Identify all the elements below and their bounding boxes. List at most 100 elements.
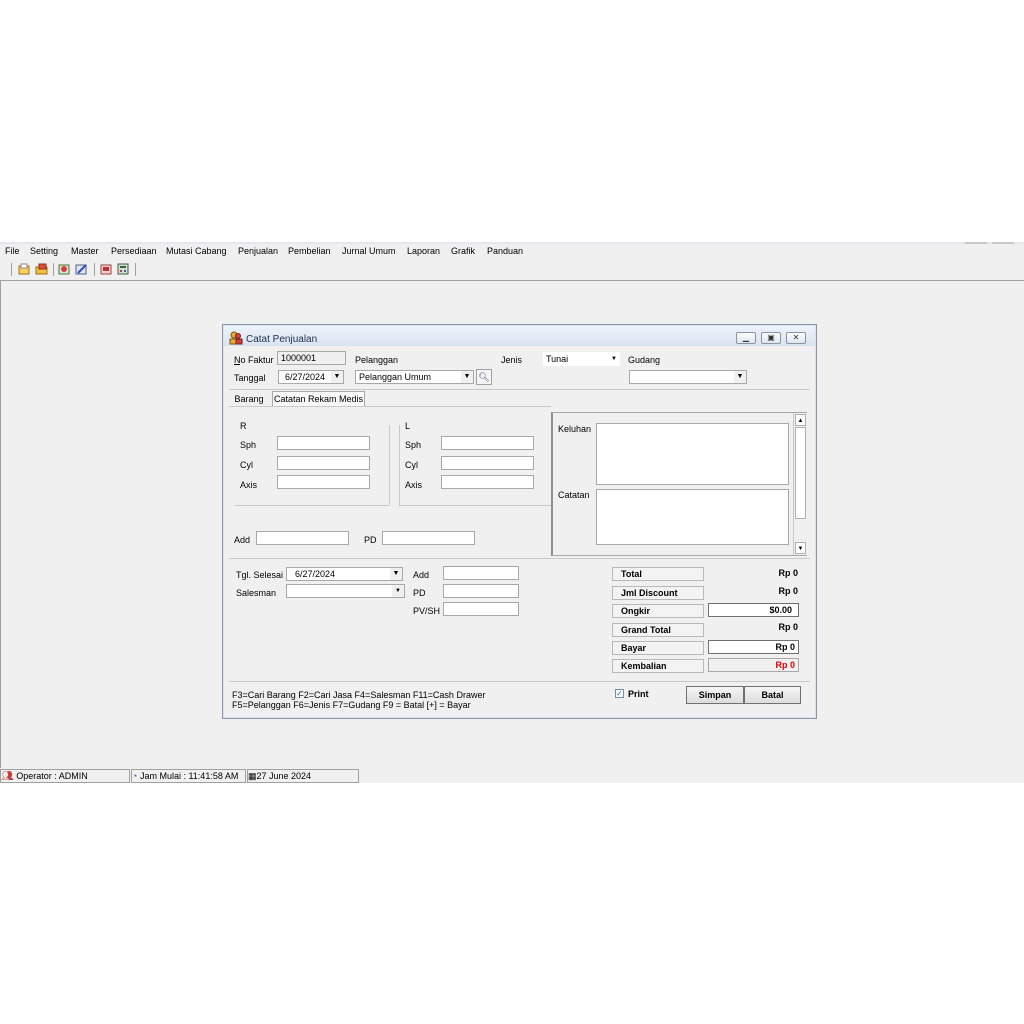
- menu-grafik[interactable]: Grafik: [451, 246, 475, 256]
- r-cyl-field[interactable]: [277, 456, 370, 470]
- chevron-down-icon[interactable]: ▼: [392, 585, 404, 597]
- r-label: R: [240, 421, 247, 431]
- total-label: Total: [612, 567, 704, 581]
- chevron-down-icon[interactable]: ▼: [331, 371, 343, 383]
- scroll-up-icon[interactable]: ▲: [795, 414, 806, 426]
- minimize-button[interactable]: ▁: [736, 332, 756, 344]
- scroll-down-icon[interactable]: ▼: [795, 542, 806, 554]
- report-icon[interactable]: [100, 263, 113, 275]
- sales-icon[interactable]: [58, 263, 71, 275]
- print-checkbox[interactable]: ✓: [615, 689, 624, 698]
- menu-setting[interactable]: Setting: [30, 246, 58, 256]
- l-sph-label: Sph: [405, 440, 422, 450]
- window-top-control: [965, 242, 987, 244]
- simpan-button[interactable]: Simpan: [686, 686, 744, 704]
- keluhan-label: Keluhan: [558, 424, 592, 434]
- tanggal-datepicker[interactable]: 6/27/2024 ▼: [278, 370, 344, 384]
- add-field[interactable]: [256, 531, 349, 545]
- pd-field[interactable]: [382, 531, 475, 545]
- shortcut-hint-line1: F3=Cari Barang F2=Cari Jasa F4=Salesman …: [232, 690, 486, 700]
- toolbar-separator: [135, 263, 136, 276]
- menu-file[interactable]: File: [5, 246, 20, 256]
- kembalian-value: Rp 0: [708, 658, 799, 672]
- kembalian-label: Kembalian: [612, 659, 704, 673]
- jenis-select[interactable]: Tunai ▼: [543, 352, 620, 366]
- calculator-icon[interactable]: [117, 263, 130, 275]
- tab-barang[interactable]: Barang: [229, 392, 269, 407]
- notes-scrollbar[interactable]: ▲ ▼: [793, 413, 807, 555]
- l-sph-field[interactable]: [441, 436, 534, 450]
- scroll-thumb[interactable]: [795, 427, 806, 519]
- catatan-textarea[interactable]: [596, 489, 789, 545]
- gudang-select[interactable]: ▼: [629, 370, 747, 384]
- salesman-label: Salesman: [236, 588, 277, 598]
- l-axis-label: Axis: [405, 480, 423, 490]
- tab-catatan-rekam-medis[interactable]: Catatan Rekam Medis: [272, 391, 365, 407]
- menu-jurnal-umum[interactable]: Jurnal Umum: [342, 246, 396, 256]
- r-axis-field[interactable]: [277, 475, 370, 489]
- lower-pd-label: PD: [413, 588, 426, 598]
- menu-master[interactable]: Master: [71, 246, 99, 256]
- menu-penjualan[interactable]: Penjualan: [238, 246, 278, 256]
- toolbar-separator: [53, 263, 54, 276]
- search-pelanggan-button[interactable]: 🔍︎: [476, 369, 492, 385]
- new-document-icon[interactable]: [18, 263, 31, 275]
- shortcut-hint-line2: F5=Pelanggan F6=Jenis F7=Gudang F9 = Bat…: [232, 700, 471, 710]
- chevron-down-icon[interactable]: ▼: [611, 352, 617, 366]
- add-label: Add: [234, 535, 251, 545]
- total-value: Rp 0: [778, 568, 798, 578]
- menu-persediaan[interactable]: Persediaan: [111, 246, 157, 256]
- r-sph-label: Sph: [240, 440, 257, 450]
- r-sph-field[interactable]: [277, 436, 370, 450]
- pelanggan-label: Pelanggan: [355, 355, 399, 365]
- pvsh-label: PV/SH: [413, 606, 441, 616]
- ongkir-label: Ongkir: [612, 604, 704, 618]
- r-cyl-label: Cyl: [240, 460, 253, 470]
- pvsh-field[interactable]: [443, 602, 519, 616]
- status-jam-mulai: ◔ Jam Mulai : 11:41:58 AM: [131, 769, 246, 783]
- salesman-select[interactable]: ▼: [286, 584, 405, 598]
- edit-icon[interactable]: [75, 263, 88, 275]
- keluhan-textarea[interactable]: [596, 423, 789, 485]
- menu-pembelian[interactable]: Pembelian: [288, 246, 331, 256]
- chevron-down-icon[interactable]: ▼: [461, 371, 473, 383]
- window-title: Catat Penjualan: [246, 334, 318, 345]
- r-axis-label: Axis: [240, 480, 258, 490]
- underline-mark: [234, 364, 240, 365]
- chevron-down-icon[interactable]: ▼: [734, 371, 746, 383]
- menu-panduan[interactable]: Panduan: [487, 246, 523, 256]
- menu-mutasi-cabang[interactable]: Mutasi Cabang: [166, 246, 227, 256]
- r-group-border: [234, 505, 389, 506]
- people-icon: [229, 331, 243, 345]
- l-cyl-field[interactable]: [441, 456, 534, 470]
- pd-label: PD: [364, 535, 377, 545]
- toolbar: [0, 262, 1024, 278]
- jenis-label: Jenis: [501, 355, 523, 365]
- open-folder-icon[interactable]: [35, 263, 48, 275]
- l-group-border: [399, 425, 400, 505]
- window-top-control: [992, 242, 1014, 244]
- tgl-selesai-datepicker[interactable]: 6/27/2024 ▼: [286, 567, 403, 581]
- lower-add-field[interactable]: [443, 566, 519, 580]
- l-axis-field[interactable]: [441, 475, 534, 489]
- status-operator: 👥︎ Operator : ADMIN: [0, 769, 130, 783]
- no-faktur-field[interactable]: 1000001: [277, 351, 346, 365]
- chevron-down-icon[interactable]: ▼: [390, 568, 402, 580]
- bayar-field[interactable]: Rp 0: [708, 640, 799, 654]
- l-cyl-label: Cyl: [405, 460, 418, 470]
- section-divider: [229, 558, 810, 559]
- top-border: [0, 242, 1024, 244]
- pelanggan-select[interactable]: Pelanggan Umum ▼: [355, 370, 474, 384]
- footer-divider: [229, 681, 810, 682]
- menu-laporan[interactable]: Laporan: [407, 246, 440, 256]
- jml-discount-label: Jml Discount: [612, 586, 704, 600]
- tgl-selesai-label: Tgl. Selesai: [236, 570, 284, 580]
- calendar-icon: ▦: [248, 771, 257, 781]
- close-button[interactable]: ✕: [786, 332, 806, 344]
- search-icon: 🔍︎: [478, 372, 490, 382]
- batal-button[interactable]: Batal: [744, 686, 801, 704]
- print-label: Print: [628, 689, 649, 699]
- maximize-button[interactable]: ▣: [761, 332, 781, 344]
- ongkir-field[interactable]: $0.00: [708, 603, 799, 617]
- lower-pd-field[interactable]: [443, 584, 519, 598]
